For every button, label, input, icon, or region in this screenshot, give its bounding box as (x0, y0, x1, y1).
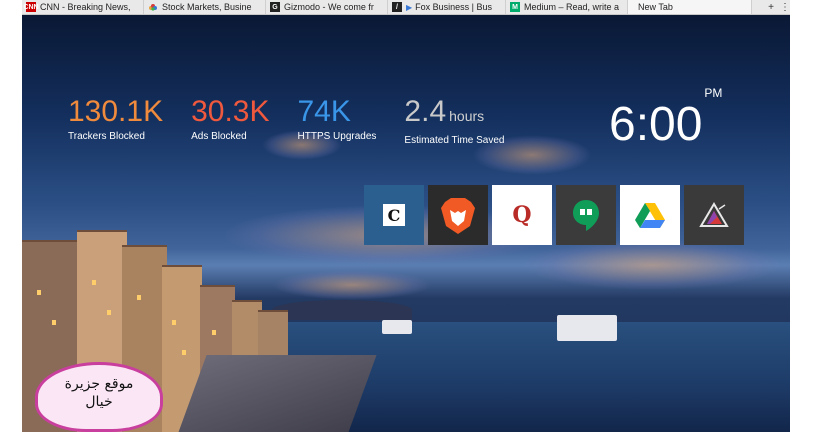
quora-icon: Q (512, 202, 532, 228)
lit-window (137, 295, 141, 300)
cloud (522, 240, 782, 290)
tab-label: Medium – Read, write a (524, 2, 620, 12)
stat-value: 130.1K (68, 95, 164, 128)
audio-playing-icon[interactable]: ▶ (406, 3, 412, 12)
nbc-peacock-icon (148, 2, 158, 12)
top-site-quora[interactable]: Q (492, 185, 552, 245)
chronicle-icon: C (383, 204, 405, 226)
stat-label: HTTPS Upgrades (297, 131, 377, 142)
clock: 6:00PM (609, 86, 722, 151)
tab-label: CNN - Breaking News, (40, 2, 131, 12)
watermark-line: خيال (85, 394, 113, 410)
browser-window: CNN CNN - Breaking News, Stock Markets, … (22, 0, 792, 432)
hangouts-icon (573, 200, 599, 231)
top-site-google-drive[interactable] (620, 185, 680, 245)
stat-label: Trackers Blocked (68, 131, 145, 142)
lit-window (52, 320, 56, 325)
tab-new-tab[interactable]: New Tab (628, 0, 752, 14)
gizmodo-g-icon: G (270, 2, 280, 12)
lit-window (212, 330, 216, 335)
stat-label: Estimated Time Saved (404, 135, 505, 146)
google-drive-icon (635, 203, 665, 228)
tab-strip: CNN CNN - Breaking News, Stock Markets, … (22, 0, 792, 15)
top-site-brave[interactable] (428, 185, 488, 245)
stat-value: 2.4 hours (404, 95, 485, 128)
fox-business-icon: / (392, 2, 402, 12)
tab-label: Stock Markets, Busine (162, 2, 252, 12)
new-tab-button[interactable]: + (764, 2, 778, 13)
tab-label: New Tab (638, 2, 673, 12)
ads-blocked-stat: 30.3K Ads Blocked (191, 95, 269, 146)
watermark-line: موقع جزيرة (64, 376, 134, 392)
lit-window (182, 350, 186, 355)
time-saved-stat: 2.4 hours Estimated Time Saved (404, 95, 504, 146)
tab-gizmodo[interactable]: G Gizmodo - We come fr (266, 0, 388, 14)
lit-window (92, 280, 96, 285)
tab-tools: + ⋮ (764, 0, 792, 14)
tab-stock-markets[interactable]: Stock Markets, Busine (144, 0, 266, 14)
stat-value: 74K (297, 95, 351, 128)
tab-cnn[interactable]: CNN CNN - Breaking News, (22, 0, 144, 14)
lit-window (37, 290, 41, 295)
stat-label: Ads Blocked (191, 131, 247, 142)
tab-fox-business[interactable]: / ▶ Fox Business | Bus (388, 0, 506, 14)
stat-value: 30.3K (191, 95, 270, 128)
https-upgrades-stat: 74K HTTPS Upgrades (298, 95, 377, 146)
cnn-icon: CNN (23, 2, 39, 12)
top-site-prism[interactable] (684, 185, 744, 245)
tab-medium[interactable]: M Medium – Read, write a (506, 0, 628, 14)
tab-label: Fox Business | Bus (415, 2, 493, 12)
clock-time: 6:00 (609, 98, 703, 151)
watermark-badge: موقع جزيرة خيال (35, 362, 163, 432)
top-site-hangouts[interactable] (556, 185, 616, 245)
prism-icon (699, 202, 729, 227)
clock-period: PM (704, 86, 723, 100)
medium-m-icon: M (510, 2, 520, 12)
torn-paper-edge-left (0, 0, 24, 432)
ferry-ship (382, 320, 412, 334)
lit-window (172, 320, 176, 325)
top-sites: C Q (364, 185, 744, 245)
stone-seawall (177, 355, 377, 432)
ferry-ship (557, 315, 617, 341)
stats-panel: 130.1K Trackers Blocked 30.3K Ads Blocke… (68, 95, 504, 146)
lit-window (107, 310, 111, 315)
trackers-blocked-stat: 130.1K Trackers Blocked (68, 95, 163, 146)
torn-paper-edge-right (790, 0, 822, 432)
top-site-chronicle[interactable]: C (364, 185, 424, 245)
stat-unit: hours (449, 108, 485, 124)
tab-label: Gizmodo - We come fr (284, 2, 374, 12)
brave-lion-icon (441, 198, 475, 234)
